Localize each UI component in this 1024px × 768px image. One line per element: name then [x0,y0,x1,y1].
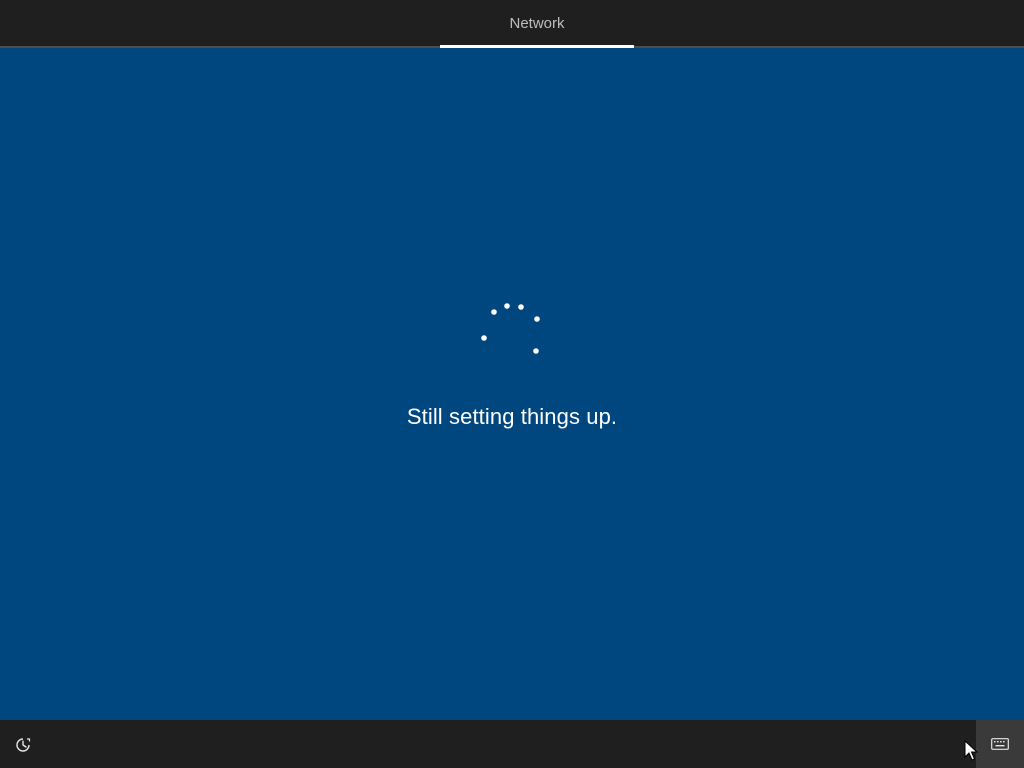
tab-network: Network [509,14,565,32]
spinner-dot [504,303,510,309]
keyboard-icon [991,738,1009,750]
spinner-dot [518,304,524,310]
mouse-cursor-icon [964,740,978,761]
spinner-dot [491,309,497,315]
ease-of-access-icon [16,738,31,752]
main-panel: Still setting things up. [0,48,1024,720]
oobe-screen: Network Still setting things up. [0,0,1024,768]
loading-spinner [481,303,540,354]
on-screen-keyboard-button[interactable] [976,720,1024,768]
spinner-dot [533,348,539,354]
spinner-dot [534,316,540,322]
spinner-dot [481,335,487,341]
bottom-bar [0,720,1024,768]
ease-of-access-button[interactable] [8,730,38,760]
top-bar: Network [0,0,1024,48]
status-message: Still setting things up. [406,404,618,429]
